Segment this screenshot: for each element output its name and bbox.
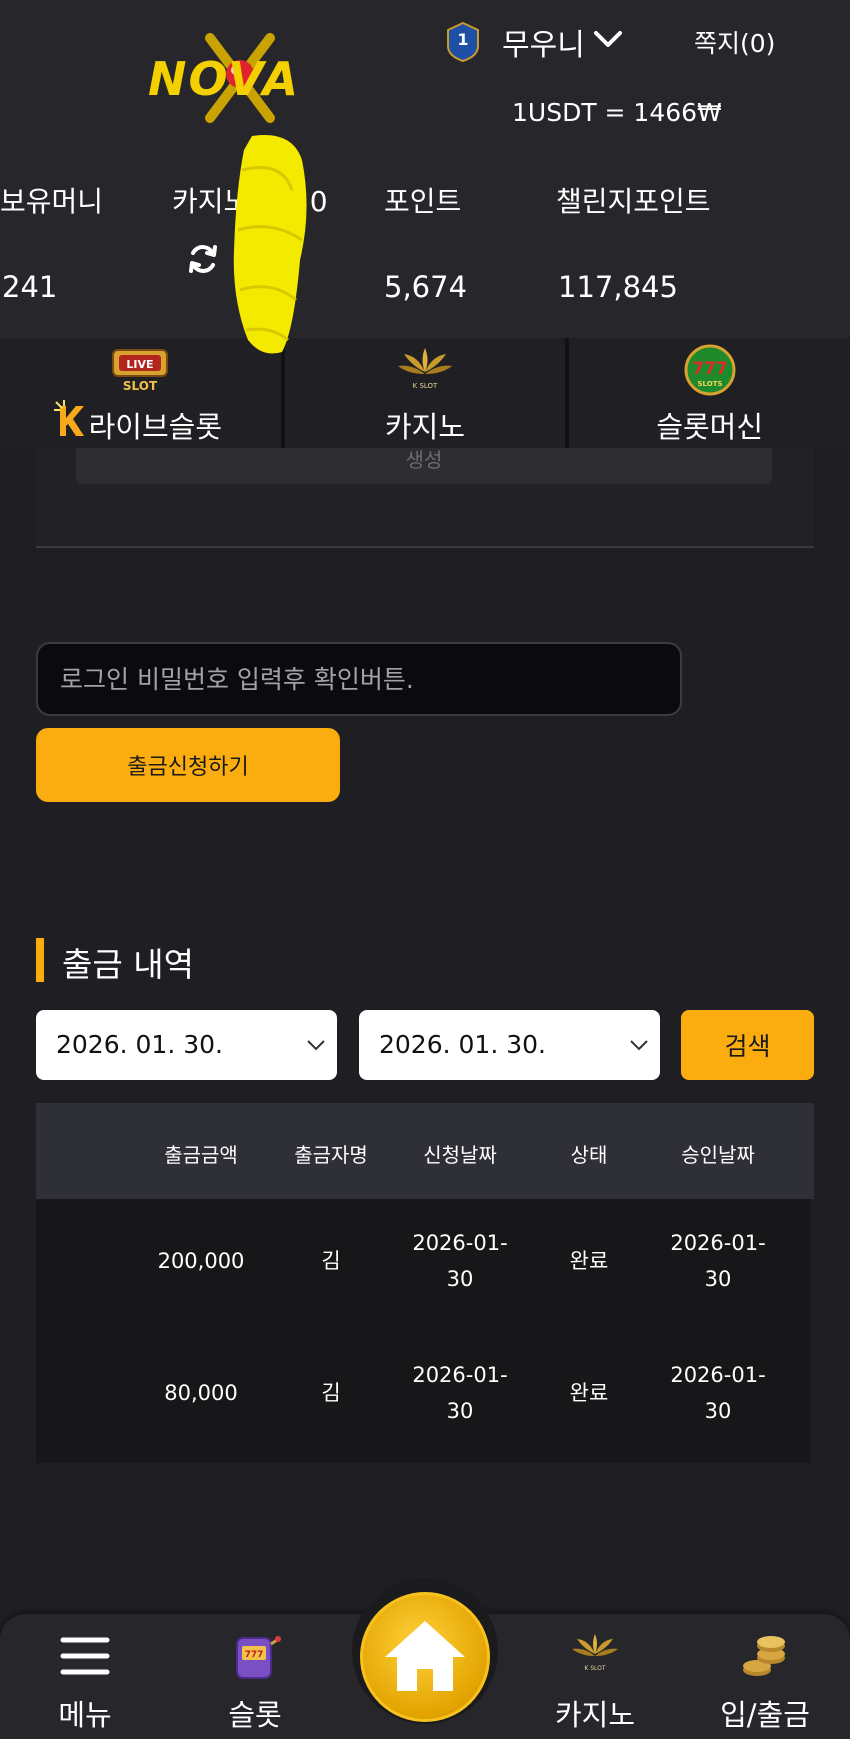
cell-approved: 2026-01- 30 bbox=[653, 1357, 783, 1429]
nav-label: 메뉴 bbox=[58, 1698, 112, 1732]
cell-requested-line1: 2026-01- bbox=[412, 1363, 508, 1387]
nav-menu[interactable]: 메뉴 bbox=[10, 1620, 160, 1739]
svg-text:777: 777 bbox=[245, 1650, 264, 1660]
nav-label: 슬롯 bbox=[228, 1698, 282, 1732]
level-badge: 1 bbox=[446, 21, 480, 63]
panel-button-partial[interactable]: 생성 bbox=[76, 448, 772, 484]
table-body: 200,000 김 2026-01- 30 완료 2026-01- 30 80,… bbox=[36, 1199, 810, 1463]
nav-home-button[interactable] bbox=[360, 1592, 490, 1722]
777-slots-icon: 777 SLOTS bbox=[684, 344, 736, 396]
cell-requested-line2: 30 bbox=[446, 1267, 474, 1291]
coins-icon bbox=[743, 1636, 785, 1676]
username[interactable]: 무우니 bbox=[502, 20, 585, 64]
top-header: NOVA 1 무우니 쪽지(0) 1USDT = 1466₩ 보유머니 카지노머… bbox=[0, 0, 850, 338]
redaction-scribble bbox=[233, 135, 307, 354]
date-to-value: 2026. 01. 30. bbox=[379, 1030, 546, 1059]
hamburger-icon bbox=[60, 1637, 110, 1675]
cell-requested: 2026-01- 30 bbox=[395, 1225, 525, 1297]
category-label: 슬롯머신 bbox=[656, 410, 764, 444]
password-input[interactable] bbox=[36, 642, 682, 716]
section-accent-bar bbox=[36, 938, 44, 982]
balance-value-challenge: 117,845 bbox=[558, 270, 678, 304]
svg-text:777: 777 bbox=[692, 359, 728, 379]
k-slot-lotus-icon: K SLOT bbox=[572, 1634, 618, 1672]
cell-name: 김 bbox=[321, 1249, 341, 1273]
nav-slot[interactable]: 777 슬롯 bbox=[180, 1620, 330, 1739]
balance-label-point: 포인트 bbox=[384, 185, 462, 218]
messages-link[interactable]: 쪽지(0) bbox=[694, 24, 775, 60]
svg-text:SLOTS: SLOTS bbox=[697, 380, 722, 388]
withdraw-history-table: 출금금액 출금자명 신청날짜 상태 승인날짜 200,000 김 2026-01… bbox=[36, 1103, 814, 1463]
section-title: 출금 내역 bbox=[62, 945, 194, 984]
cell-approved-line1: 2026-01- bbox=[670, 1231, 766, 1255]
scrolled-panel: 생성 bbox=[36, 448, 814, 548]
date-to-select[interactable]: 2026. 01. 30. bbox=[359, 1010, 660, 1080]
column-header: 상태 bbox=[570, 1143, 608, 1167]
chevron-down-icon bbox=[630, 1040, 648, 1051]
svg-text:K SLOT: K SLOT bbox=[584, 1665, 606, 1672]
date-from-select[interactable]: 2026. 01. 30. bbox=[36, 1010, 337, 1080]
cell-status: 완료 bbox=[569, 1249, 609, 1273]
cell-amount: 200,000 bbox=[157, 1249, 245, 1273]
category-label: 카지노 bbox=[384, 410, 466, 444]
cell-approved-line2: 30 bbox=[704, 1267, 732, 1291]
brand-text: NOVA bbox=[148, 52, 301, 106]
refresh-icon[interactable] bbox=[186, 242, 220, 276]
cell-approved-line1: 2026-01- bbox=[670, 1363, 766, 1387]
nav-deposit-withdraw[interactable]: 입/출금 bbox=[690, 1620, 840, 1739]
cell-name: 김 bbox=[321, 1381, 341, 1405]
cell-approved: 2026-01- 30 bbox=[653, 1225, 783, 1297]
balance-value-money: 241 bbox=[2, 270, 58, 304]
cell-approved-line2: 30 bbox=[704, 1399, 732, 1423]
home-icon bbox=[385, 1621, 465, 1691]
category-label: 라이브슬롯 bbox=[88, 410, 223, 444]
balance-label-money: 보유머니 bbox=[0, 185, 104, 218]
cell-requested: 2026-01- 30 bbox=[395, 1357, 525, 1429]
chevron-down-icon bbox=[307, 1040, 325, 1051]
column-header: 출금금액 bbox=[164, 1143, 238, 1167]
date-from-value: 2026. 01. 30. bbox=[56, 1030, 223, 1059]
search-button[interactable]: 검색 bbox=[681, 1010, 814, 1080]
column-header: 신청날짜 bbox=[423, 1143, 497, 1167]
svg-text:SLOT: SLOT bbox=[123, 379, 158, 393]
category-slot-machine[interactable]: 777 SLOTS 슬롯머신 bbox=[569, 338, 850, 448]
cell-status: 완료 bbox=[569, 1381, 609, 1405]
live-slot-icon: LIVE SLOT bbox=[112, 349, 169, 393]
withdraw-submit-button[interactable]: 출금신청하기 bbox=[36, 728, 340, 802]
column-header: 승인날짜 bbox=[681, 1143, 755, 1167]
column-header: 출금자명 bbox=[294, 1143, 368, 1167]
category-nav: LIVE SLOT 라이브슬롯 K SLOT 카지노 777 SLOTS 슬롯머… bbox=[0, 338, 850, 448]
nav-label: 입/출금 bbox=[720, 1698, 810, 1732]
nav-casino[interactable]: K SLOT 카지노 bbox=[520, 1620, 670, 1739]
nova-logo[interactable]: NOVA bbox=[140, 28, 330, 128]
svg-text:K SLOT: K SLOT bbox=[413, 382, 438, 390]
balance-label-challenge: 챌린지포인트 bbox=[556, 185, 711, 218]
level-number: 1 bbox=[457, 30, 469, 49]
slot-machine-icon: 777 bbox=[236, 1636, 281, 1679]
svg-text:LIVE: LIVE bbox=[127, 358, 154, 371]
k-slot-lotus-icon: K SLOT bbox=[398, 348, 452, 390]
balance-value-point: 5,674 bbox=[384, 270, 468, 304]
panel-button-text: 생성 bbox=[405, 448, 443, 472]
cell-requested-line2: 30 bbox=[446, 1399, 474, 1423]
chevron-down-icon[interactable] bbox=[592, 26, 624, 52]
exchange-rate: 1USDT = 1466₩ bbox=[512, 98, 722, 127]
cell-amount: 80,000 bbox=[164, 1381, 238, 1405]
cell-requested-line1: 2026-01- bbox=[412, 1231, 508, 1255]
table-header: 출금금액 출금자명 신청날짜 상태 승인날짜 bbox=[36, 1103, 814, 1199]
category-casino[interactable]: K SLOT 카지노 bbox=[285, 338, 570, 448]
nav-label: 카지노 bbox=[554, 1698, 636, 1732]
